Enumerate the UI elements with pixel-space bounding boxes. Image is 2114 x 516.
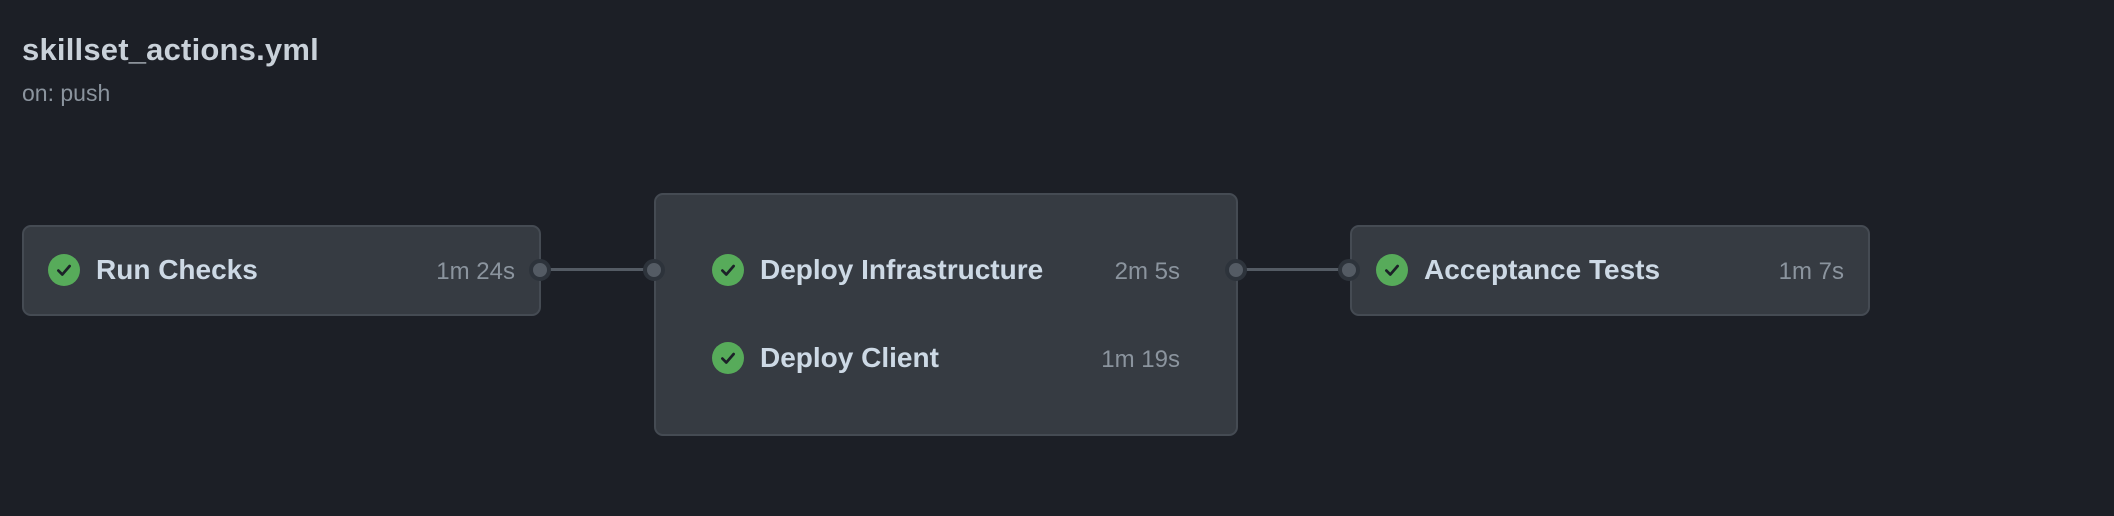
check-circle-icon	[712, 254, 744, 286]
job-duration: 1m 7s	[1778, 258, 1844, 285]
job-name: Acceptance Tests	[1424, 254, 1661, 285]
job-group-deploy: Deploy Infrastructure 2m 5s Deploy Clien…	[654, 193, 1238, 436]
input-port-deploy	[643, 259, 665, 281]
output-port-run-checks	[529, 259, 551, 281]
output-port-deploy	[1225, 259, 1247, 281]
job-name: Deploy Client	[760, 342, 939, 373]
connector-run-checks-to-deploy	[550, 268, 652, 271]
workflow-trigger: on: push	[22, 80, 111, 106]
job-deploy-client[interactable]: Deploy Client	[712, 338, 939, 378]
job-name: Run Checks	[96, 254, 258, 285]
workflow-graph-page: skillset_actions.yml on: push Run Checks…	[0, 0, 2114, 516]
job-duration: 2m 5s	[1114, 258, 1180, 285]
input-port-acceptance-tests	[1338, 259, 1360, 281]
job-card-acceptance-tests[interactable]: Acceptance Tests 1m 7s	[1350, 225, 1870, 316]
connector-deploy-to-acceptance	[1245, 268, 1347, 271]
job-name: Deploy Infrastructure	[760, 254, 1044, 285]
check-circle-icon	[712, 342, 744, 374]
job-duration: 1m 19s	[1101, 346, 1180, 373]
job-run-checks[interactable]: Run Checks	[48, 250, 258, 290]
job-deploy-infrastructure[interactable]: Deploy Infrastructure	[712, 250, 1043, 290]
job-acceptance-tests[interactable]: Acceptance Tests	[1376, 250, 1660, 290]
job-card-run-checks[interactable]: Run Checks 1m 24s	[22, 225, 541, 316]
check-circle-icon	[1376, 254, 1408, 286]
job-duration: 1m 24s	[436, 258, 515, 285]
check-circle-icon	[48, 254, 80, 286]
workflow-title: skillset_actions.yml	[22, 32, 319, 67]
